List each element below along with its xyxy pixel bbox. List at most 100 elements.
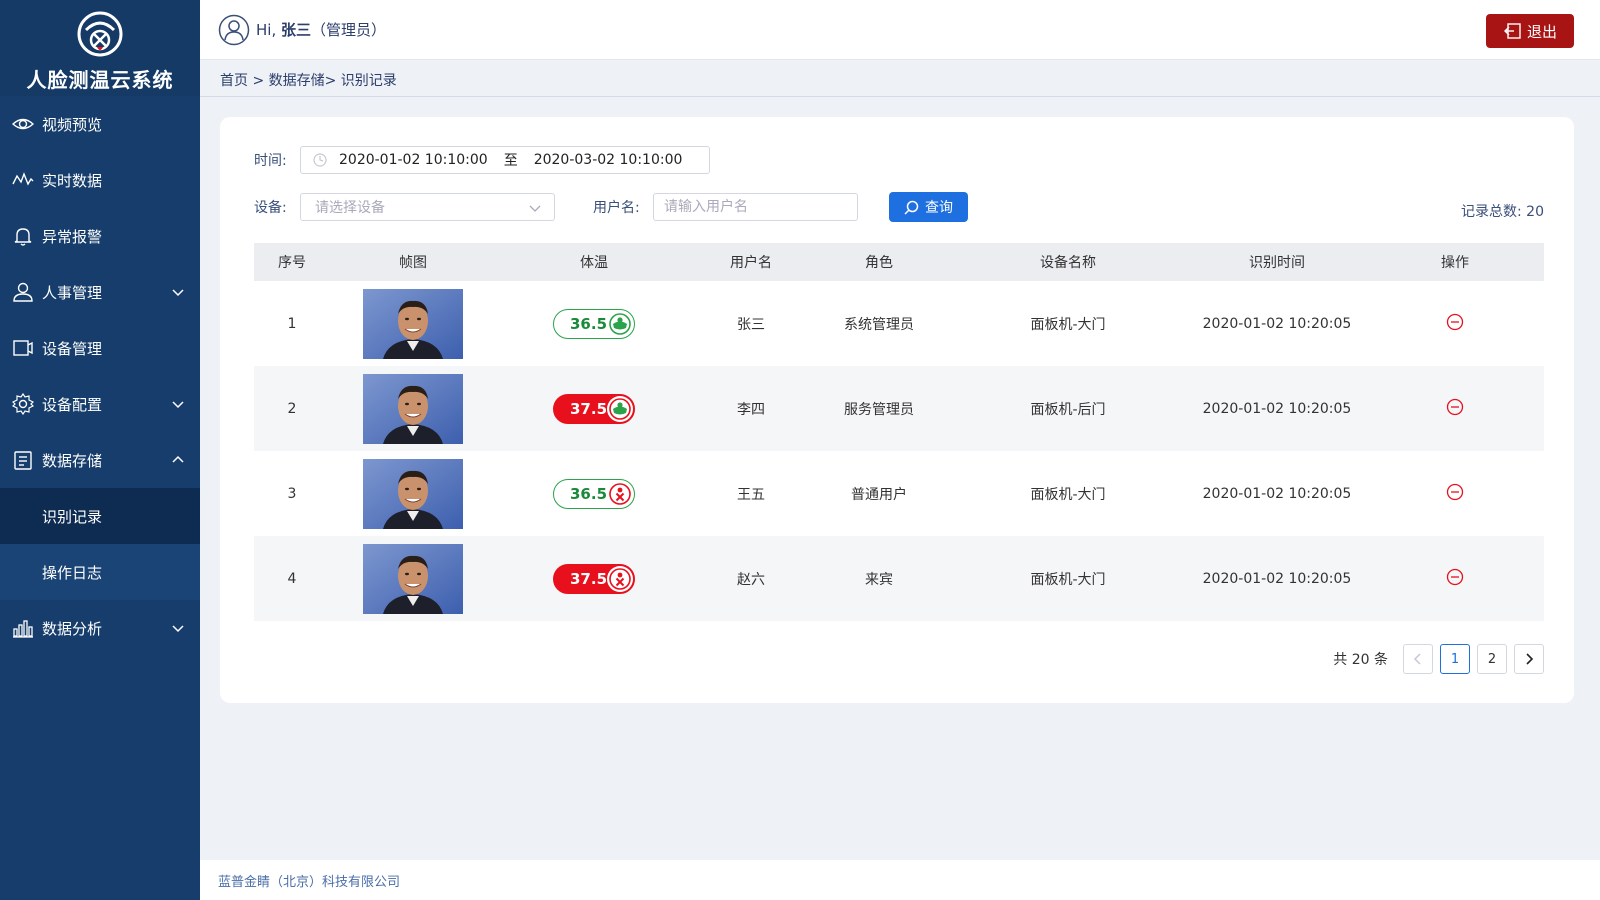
face-snapshot[interactable] bbox=[363, 373, 463, 444]
face-snapshot[interactable] bbox=[363, 458, 463, 529]
cell-device: 面板机-后门 bbox=[1030, 401, 1106, 418]
face-snapshot[interactable] bbox=[363, 543, 463, 614]
footer: 蓝普金睛（北京）科技有限公司 bbox=[200, 860, 1600, 900]
sidebar-subitem-label: 识别记录 bbox=[42, 507, 103, 526]
greeting-prefix: Hi, bbox=[256, 21, 277, 39]
mask-icon bbox=[609, 397, 631, 420]
logo-area: 人脸测温云系统 bbox=[0, 0, 200, 96]
end-time-value[interactable]: 2020-03-02 10:10:00 bbox=[534, 152, 683, 168]
cell-device: 面板机-大门 bbox=[1030, 571, 1106, 588]
col-frame: 帧图 bbox=[399, 255, 427, 271]
device-select[interactable]: 请选择设备 bbox=[300, 193, 555, 221]
logout-button[interactable]: 退出 bbox=[1486, 14, 1574, 48]
eye-icon bbox=[12, 113, 34, 135]
cell-temperature: 37.5 bbox=[496, 536, 692, 621]
sidebar-subitem-operation-log[interactable]: 操作日志 bbox=[0, 544, 200, 600]
delete-icon[interactable] bbox=[1446, 483, 1464, 501]
temperature-badge: 36.5 bbox=[553, 478, 635, 509]
sidebar-item-label: 人事管理 bbox=[42, 283, 103, 302]
divider bbox=[200, 96, 1600, 97]
cell-username: 王五 bbox=[737, 486, 765, 503]
device-icon bbox=[12, 337, 34, 359]
cell-actions bbox=[1366, 281, 1544, 366]
no-mask-icon bbox=[609, 482, 631, 505]
table-row: 3 36.5 王五 普通用户 面板机-大门 2020-01-02 10:20:0… bbox=[254, 451, 1544, 536]
device-label: 设备: bbox=[254, 200, 287, 216]
username-input[interactable] bbox=[653, 193, 858, 221]
cell-role: 服务管理员 bbox=[844, 401, 914, 418]
prev-page-button[interactable] bbox=[1403, 644, 1433, 674]
face-snapshot[interactable] bbox=[363, 288, 463, 359]
sidebar-item-device-management[interactable]: 设备管理 bbox=[0, 320, 200, 376]
chevron-left-icon bbox=[1413, 653, 1421, 665]
cell-role: 普通用户 bbox=[851, 486, 907, 503]
sidebar-item-video-preview[interactable]: 视频预览 bbox=[0, 96, 200, 152]
col-username: 用户名 bbox=[730, 255, 772, 271]
records-card: 时间: 2020-01-02 10:10:00 至 2020-03-02 10:… bbox=[220, 117, 1574, 703]
mask-status bbox=[607, 310, 633, 337]
sidebar-item-data-analysis[interactable]: 数据分析 bbox=[0, 600, 200, 656]
cell-device: 面板机-大门 bbox=[1030, 486, 1106, 503]
chevron-right-icon bbox=[1526, 653, 1534, 665]
sidebar-subitem-label: 操作日志 bbox=[42, 563, 103, 582]
cell-index: 3 bbox=[287, 485, 297, 502]
table-row: 2 37.5 李四 服务管理员 面板机-后门 2020-01-02 10:20:… bbox=[254, 366, 1544, 451]
sidebar-item-alarm[interactable]: 异常报警 bbox=[0, 208, 200, 264]
sidebar-item-personnel[interactable]: 人事管理 bbox=[0, 264, 200, 320]
cell-time: 2020-01-02 10:20:05 bbox=[1202, 570, 1352, 587]
cell-time: 2020-01-02 10:20:05 bbox=[1202, 315, 1352, 332]
avatar[interactable] bbox=[218, 14, 250, 46]
table-header-row: 序号 帧图 体温 用户名 角色 设备名称 识别时间 操作 bbox=[254, 243, 1544, 281]
next-page-button[interactable] bbox=[1514, 644, 1544, 674]
sidebar-item-label: 实时数据 bbox=[42, 171, 103, 190]
cell-username: 李四 bbox=[737, 401, 765, 418]
user-icon bbox=[12, 281, 34, 303]
chevron-down-icon bbox=[172, 289, 184, 297]
cell-actions bbox=[1366, 451, 1544, 536]
cell-time: 2020-01-02 10:20:05 bbox=[1202, 400, 1352, 417]
top-header: Hi, 张三（管理员） 退出 bbox=[200, 0, 1600, 60]
table-row: 1 36.5 张三 系统管理员 面板机-大门 2020-01-02 10:20:… bbox=[254, 281, 1544, 366]
cell-temperature: 37.5 bbox=[496, 366, 692, 451]
total-records: 记录总数: 20 bbox=[1461, 204, 1544, 220]
cell-role: 来宾 bbox=[865, 571, 893, 588]
sidebar-item-device-config[interactable]: 设备配置 bbox=[0, 376, 200, 432]
table-row: 4 37.5 赵六 来宾 面板机-大门 2020-01-02 10:20:05 bbox=[254, 536, 1544, 621]
sidebar-item-data-storage[interactable]: 数据存储 bbox=[0, 432, 200, 488]
delete-icon[interactable] bbox=[1446, 568, 1464, 586]
time-label: 时间: bbox=[254, 153, 287, 169]
user-name: 张三 bbox=[281, 21, 312, 39]
search-button[interactable]: 查询 bbox=[889, 192, 968, 222]
cell-username: 赵六 bbox=[737, 571, 765, 588]
sidebar-item-label: 视频预览 bbox=[42, 115, 103, 134]
records-table: 序号 帧图 体温 用户名 角色 设备名称 识别时间 操作 1 36.5 张三 系… bbox=[254, 243, 1544, 621]
bar-chart-icon bbox=[12, 617, 34, 639]
sidebar-item-label: 设备管理 bbox=[42, 339, 103, 358]
mask-status bbox=[607, 565, 633, 592]
cell-role: 系统管理员 bbox=[844, 316, 914, 333]
temperature-value: 37.5 bbox=[570, 569, 608, 588]
page-button-2[interactable]: 2 bbox=[1477, 644, 1507, 674]
pagination: 共 20 条 1 2 bbox=[1333, 644, 1544, 674]
sidebar-subitem-recognition-records[interactable]: 识别记录 bbox=[0, 488, 200, 544]
delete-icon[interactable] bbox=[1446, 398, 1464, 416]
start-time-value[interactable]: 2020-01-02 10:10:00 bbox=[339, 152, 488, 168]
date-range-picker[interactable]: 2020-01-02 10:10:00 至 2020-03-02 10:10:0… bbox=[300, 146, 710, 174]
cell-frame bbox=[330, 366, 496, 451]
cell-index: 1 bbox=[287, 315, 297, 332]
chevron-up-icon bbox=[172, 455, 184, 463]
breadcrumb[interactable]: 首页 > 数据存储> 识别记录 bbox=[220, 70, 397, 90]
chevron-down-icon bbox=[172, 401, 184, 409]
mask-status bbox=[607, 480, 633, 507]
cell-actions bbox=[1366, 366, 1544, 451]
delete-icon[interactable] bbox=[1446, 313, 1464, 331]
cell-username: 张三 bbox=[737, 316, 765, 333]
page-button-1[interactable]: 1 bbox=[1440, 644, 1470, 674]
temperature-value: 36.5 bbox=[570, 314, 608, 333]
sidebar: 人脸测温云系统 视频预览 实时数据 异常报警 人事管理 设备管理 设备配置 数据… bbox=[0, 0, 200, 900]
cell-frame bbox=[330, 451, 496, 536]
cell-temperature: 36.5 bbox=[496, 281, 692, 366]
sidebar-item-realtime-data[interactable]: 实时数据 bbox=[0, 152, 200, 208]
col-role: 角色 bbox=[865, 255, 893, 271]
user-role: （管理员） bbox=[311, 21, 387, 39]
